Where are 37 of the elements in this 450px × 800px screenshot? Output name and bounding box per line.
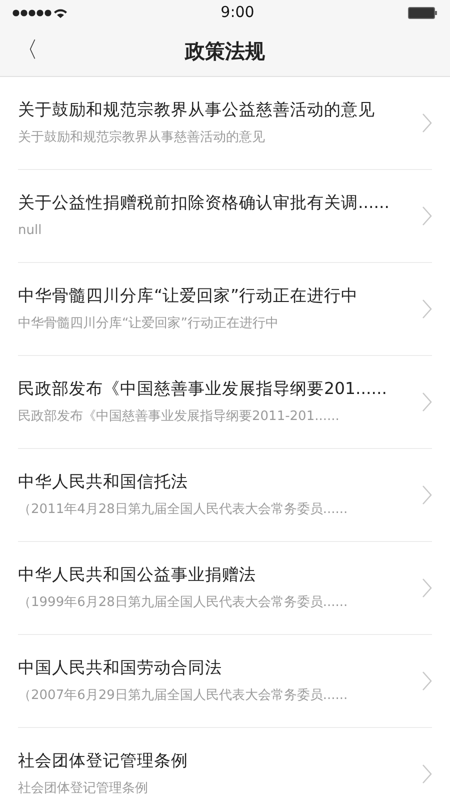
item-title: 关于鼓励和规范宗教界从事公益慈善活动的意见	[18, 98, 376, 120]
list-item[interactable]: 关于公益性捐赠税前扣除资格确认审批有关调...... null	[18, 170, 432, 263]
list-item[interactable]: 中华骨髓四川分库“让爱回家”行动正在进行中 中华骨髓四川分库“让爱回家”行动正在进行中	[18, 263, 432, 356]
item-title: 社会团体登记管理条例	[18, 750, 189, 771]
back-button[interactable]: 〈	[12, 40, 42, 62]
item-subtitle: 关于鼓励和规范宗教界从事慈善活动的意见	[18, 128, 266, 147]
list-item[interactable]: 民政部发布《中国慈善事业发展指导纲要201...... 民政部发布《中国慈善事业发展指导纲要2011-201......	[18, 356, 432, 449]
chevron-right-icon	[422, 206, 432, 226]
page-title: 政策法规	[185, 38, 265, 64]
status-time: 9:00	[220, 2, 254, 24]
list-item[interactable]: 中国人民共和国劳动合同法 （2007年6月29日第九届全国人民代表大会常务委员......	[18, 635, 432, 728]
list-item[interactable]: 社会团体登记管理条例 社会团体登记管理条例	[18, 728, 432, 800]
chevron-right-icon	[422, 764, 432, 784]
item-title: 民政部发布《中国慈善事业发展指导纲要201......	[18, 378, 388, 399]
battery-icon	[408, 6, 438, 18]
chevron-right-icon	[422, 578, 432, 598]
item-subtitle: （1999年6月28日第九届全国人民代表大会常务委员......	[18, 594, 349, 612]
item-subtitle: 中华骨髓四川分库“让爱回家”行动正在进行中	[18, 314, 280, 333]
list-item[interactable]: 中华人民共和国信托法 （2011年4月28日第九届全国人民代表大会常务委员......	[18, 449, 432, 542]
item-subtitle: null	[18, 222, 43, 240]
chevron-right-icon	[422, 671, 432, 691]
item-title: 中华人民共和国信托法	[18, 470, 189, 492]
list-item[interactable]: 关于鼓励和规范宗教界从事公益慈善活动的意见 关于鼓励和规范宗教界从事慈善活动的意见	[18, 77, 432, 170]
chevron-right-icon	[422, 392, 432, 412]
chevron-right-icon	[422, 299, 432, 319]
chevron-right-icon	[422, 485, 432, 505]
signal-icon	[12, 8, 67, 18]
list-item[interactable]: 中华人民共和国公益事业捐赠法 （1999年6月28日第九届全国人民代表大会常务委员......	[18, 542, 432, 635]
chevron-right-icon	[422, 113, 432, 133]
item-title: 中华骨髓四川分库“让爱回家”行动正在进行中	[18, 284, 360, 306]
item-title: 关于公益性捐赠税前扣除资格确认审批有关调......	[18, 192, 390, 213]
item-subtitle: （2007年6月29日第九届全国人民代表大会常务委员......	[18, 686, 349, 705]
item-subtitle: 社会团体登记管理条例	[18, 780, 149, 798]
item-title: 中华人民共和国公益事业捐赠法	[18, 564, 257, 585]
item-subtitle: （2011年4月28日第九届全国人民代表大会常务委员......	[18, 500, 349, 519]
item-title: 中国人民共和国劳动合同法	[18, 656, 223, 678]
item-subtitle: 民政部发布《中国慈善事业发展指导纲要2011-201......	[18, 408, 340, 426]
